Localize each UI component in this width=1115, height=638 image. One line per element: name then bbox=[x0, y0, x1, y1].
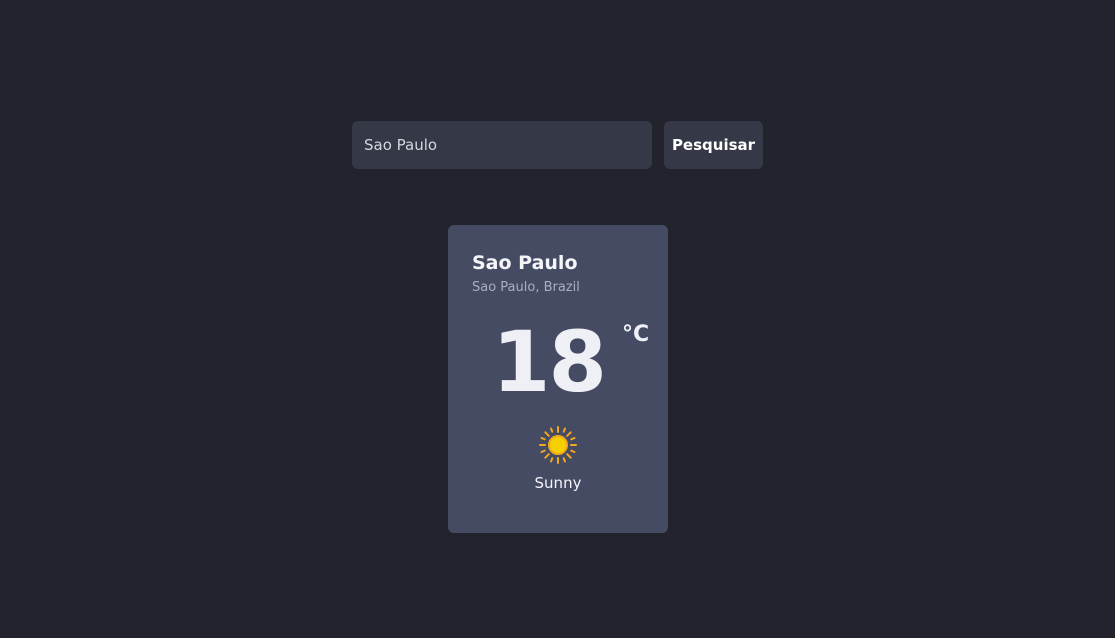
region-label: Sao Paulo, Brazil bbox=[472, 280, 580, 295]
search-button[interactable]: Pesquisar bbox=[664, 121, 763, 169]
condition-label: Sunny bbox=[534, 474, 582, 492]
search-input[interactable] bbox=[352, 121, 652, 169]
city-name: Sao Paulo bbox=[472, 252, 578, 274]
temperature-unit: °C bbox=[622, 322, 650, 347]
search-bar: Pesquisar bbox=[352, 121, 763, 169]
weather-icon-container bbox=[472, 426, 644, 464]
temperature-display: 18 °C bbox=[472, 313, 649, 411]
page: Pesquisar Sao Paulo Sao Paulo, Brazil 18… bbox=[0, 0, 1115, 638]
sun-icon bbox=[539, 426, 577, 464]
temperature-value: 18 bbox=[492, 313, 607, 411]
weather-card: Sao Paulo Sao Paulo, Brazil 18 °C Sunny bbox=[448, 225, 668, 533]
